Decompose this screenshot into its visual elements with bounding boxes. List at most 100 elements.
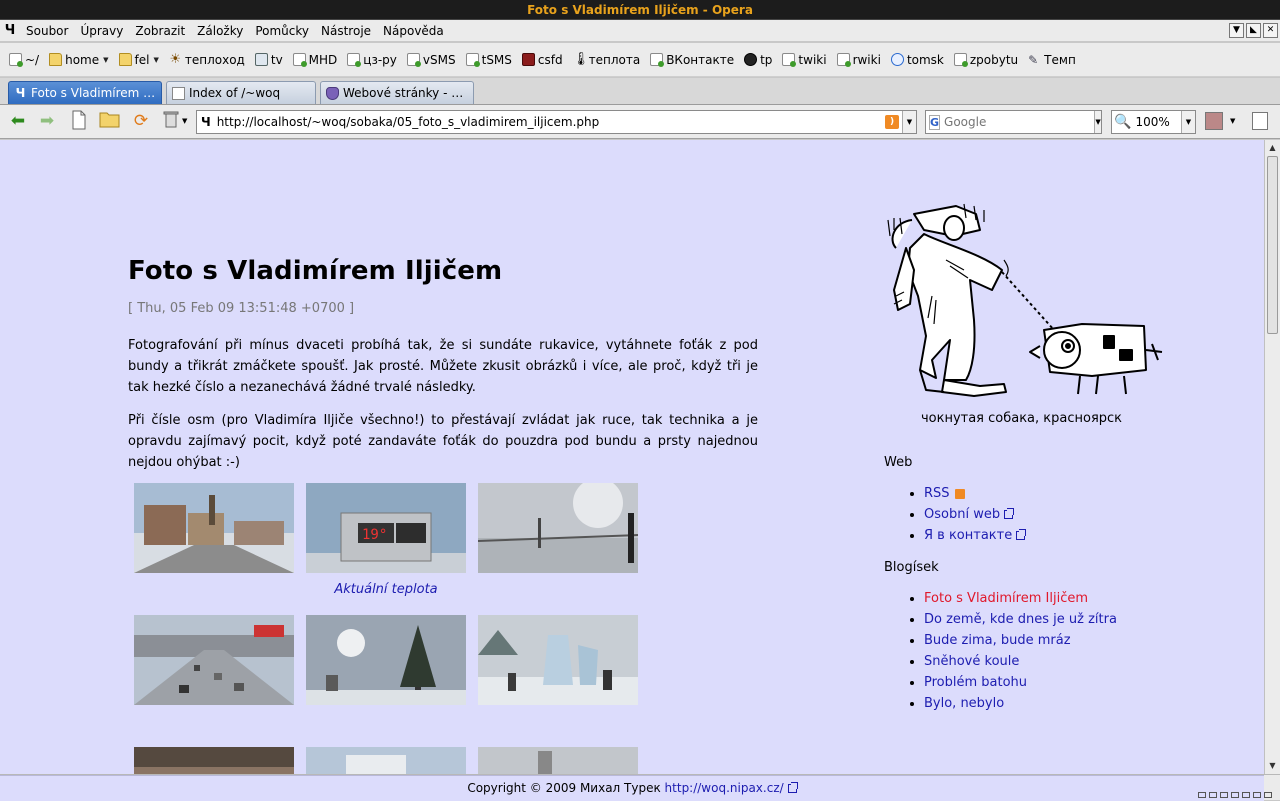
photo-item[interactable] [134, 747, 294, 774]
scroll-down-icon[interactable]: ▼ [1265, 759, 1280, 773]
photo-thumbnail[interactable] [306, 615, 466, 705]
bookmark-tsms[interactable]: tSMS [461, 49, 517, 71]
menu-nastroje[interactable]: Nástroje [315, 20, 377, 42]
menu-zalozky[interactable]: Záložky [191, 20, 249, 42]
chevron-down-icon[interactable]: ▼ [1181, 111, 1195, 133]
personal-web-link[interactable]: Osobní web [924, 507, 1000, 522]
bookmark-fel[interactable]: fel ▼ [114, 49, 164, 71]
photo-thumbnail[interactable] [478, 615, 638, 705]
bookmark-home-dir[interactable]: ~/ [4, 49, 44, 71]
status-icon[interactable] [1253, 792, 1261, 798]
photo-item[interactable] [478, 615, 638, 747]
photo-item[interactable] [306, 615, 466, 747]
status-icon[interactable] [1220, 792, 1228, 798]
photo-thumbnail[interactable] [134, 615, 294, 705]
photo-thumbnail[interactable] [478, 483, 638, 573]
bookmark-twiki[interactable]: twiki [777, 49, 831, 71]
photo-thumbnail[interactable]: 19° [306, 483, 466, 573]
google-icon[interactable]: G [929, 114, 941, 130]
photo-item[interactable] [478, 747, 638, 774]
blog-link[interactable]: Bylo, nebylo [924, 696, 1004, 711]
close-icon[interactable]: ✕ [1263, 23, 1278, 38]
opera-logo-icon[interactable]: Ч [0, 23, 20, 38]
open-folder-icon[interactable] [99, 110, 121, 132]
scroll-up-icon[interactable]: ▲ [1265, 141, 1280, 155]
vkontakte-link[interactable]: Я в контакте [924, 528, 1012, 543]
blog-links-list: Foto s Vladimírem Iljičem Do země, kde d… [884, 588, 1184, 714]
zoom-control[interactable]: 🔍 100% ▼ [1111, 110, 1196, 134]
status-buttons [1198, 792, 1272, 798]
bookmark-tp[interactable]: tp [739, 49, 777, 71]
scrollbar-thumb[interactable] [1267, 156, 1278, 334]
photo-thumbnail[interactable] [306, 747, 466, 774]
restore-icon[interactable]: ◣ [1246, 23, 1261, 38]
tab-webove-stranky[interactable]: Webové stránky - Mich... [320, 81, 474, 104]
bookmark-tomsk[interactable]: tomsk [886, 49, 949, 71]
photo-item[interactable] [306, 747, 466, 774]
bookmark-tv[interactable]: tv [250, 49, 288, 71]
blog-link-current[interactable]: Foto s Vladimírem Iljičem [924, 591, 1088, 606]
menu-upravy[interactable]: Úpravy [74, 20, 129, 42]
photo-item[interactable] [134, 483, 294, 615]
bookmark-temp[interactable]: ✎ Темп [1023, 49, 1081, 71]
photo-caption[interactable]: Aktuální teplota [306, 582, 466, 597]
chevron-down-icon[interactable]: ▼ [902, 111, 916, 133]
photo-item[interactable] [478, 483, 638, 615]
footer-link[interactable]: http://woq.nipax.cz/ [665, 781, 784, 795]
forward-icon[interactable]: ➡ [36, 110, 58, 132]
rss-icon[interactable]: ) [885, 115, 899, 129]
blog-link[interactable]: Sněhové koule [924, 654, 1019, 669]
rss-link[interactable]: RSS [924, 486, 950, 501]
status-icon[interactable] [1264, 792, 1272, 798]
bookmark-zpobytu[interactable]: zpobytu [949, 49, 1023, 71]
site-tagline: чокнутая собака, красноярск [920, 411, 1123, 426]
bookmark-rwiki[interactable]: rwiki [832, 49, 886, 71]
tv-icon [254, 53, 268, 66]
search-box[interactable]: G ▼ [925, 110, 1102, 134]
bookmark-mhd[interactable]: MHD [288, 49, 343, 71]
bookmark-vkontakte[interactable]: ВКонтакте [645, 49, 739, 71]
image-toggle-icon[interactable] [1205, 112, 1223, 130]
url-input[interactable] [216, 115, 885, 129]
menu-zobrazit[interactable]: Zobrazit [129, 20, 191, 42]
article: Foto s Vladimírem Iljičem [ Thu, 05 Feb … [128, 140, 758, 774]
bookmark-home[interactable]: home ▼ [44, 49, 113, 71]
trash-icon[interactable] [160, 110, 182, 132]
menu-pomucky[interactable]: Pomůcky [249, 20, 315, 42]
photo-thumbnail[interactable] [134, 483, 294, 573]
status-icon[interactable] [1209, 792, 1217, 798]
photo-thumbnail[interactable] [478, 747, 638, 774]
blog-link[interactable]: Do země, kde dnes je už zítra [924, 612, 1117, 627]
photo-thumbnail[interactable] [134, 747, 294, 774]
reload-icon[interactable]: ⟳ [130, 110, 152, 132]
tab-foto[interactable]: ЧFoto s Vladimírem Iljič... [8, 81, 162, 104]
minimize-icon[interactable]: ▼ [1229, 23, 1244, 38]
vertical-scrollbar[interactable]: ▲ ▼ [1264, 140, 1280, 774]
tab-index[interactable]: Index of /~woq [166, 81, 316, 104]
blog-link[interactable]: Problém batohu [924, 675, 1027, 690]
chevron-down-icon[interactable]: ▼ [182, 117, 187, 125]
status-icon[interactable] [1231, 792, 1239, 798]
back-icon[interactable]: ⬅ [7, 110, 29, 132]
blog-link[interactable]: Bude zima, bude mráz [924, 633, 1071, 648]
bookmark-cz-ru[interactable]: цз-ру [342, 49, 402, 71]
bookmark-teplota[interactable]: 🌡 теплота [568, 49, 646, 71]
search-input[interactable] [944, 115, 1095, 129]
bookmark-csfd[interactable]: csfd [517, 49, 568, 71]
bookmark-vsms[interactable]: vSMS [402, 49, 461, 71]
page-panel-icon[interactable] [1252, 112, 1268, 130]
menu-soubor[interactable]: Soubor [20, 20, 74, 42]
photo-item[interactable]: 19° Aktuální teplota [306, 483, 466, 615]
menu-napoveda[interactable]: Nápověda [377, 20, 450, 42]
chevron-down-icon[interactable]: ▼ [1230, 117, 1235, 125]
status-icon[interactable] [1242, 792, 1250, 798]
list-item: Sněhové koule [924, 651, 1184, 672]
status-icon[interactable] [1198, 792, 1206, 798]
address-bar[interactable]: Ч ) ▼ [196, 110, 917, 134]
photo-item[interactable] [134, 615, 294, 747]
chevron-down-icon[interactable]: ▼ [1094, 111, 1101, 133]
copyright-text: Copyright © 2009 Михал Турек [467, 781, 661, 795]
external-link-icon [787, 782, 798, 793]
bookmark-teplohod[interactable]: ☀ теплоход [164, 49, 250, 71]
new-page-icon[interactable] [68, 110, 90, 132]
